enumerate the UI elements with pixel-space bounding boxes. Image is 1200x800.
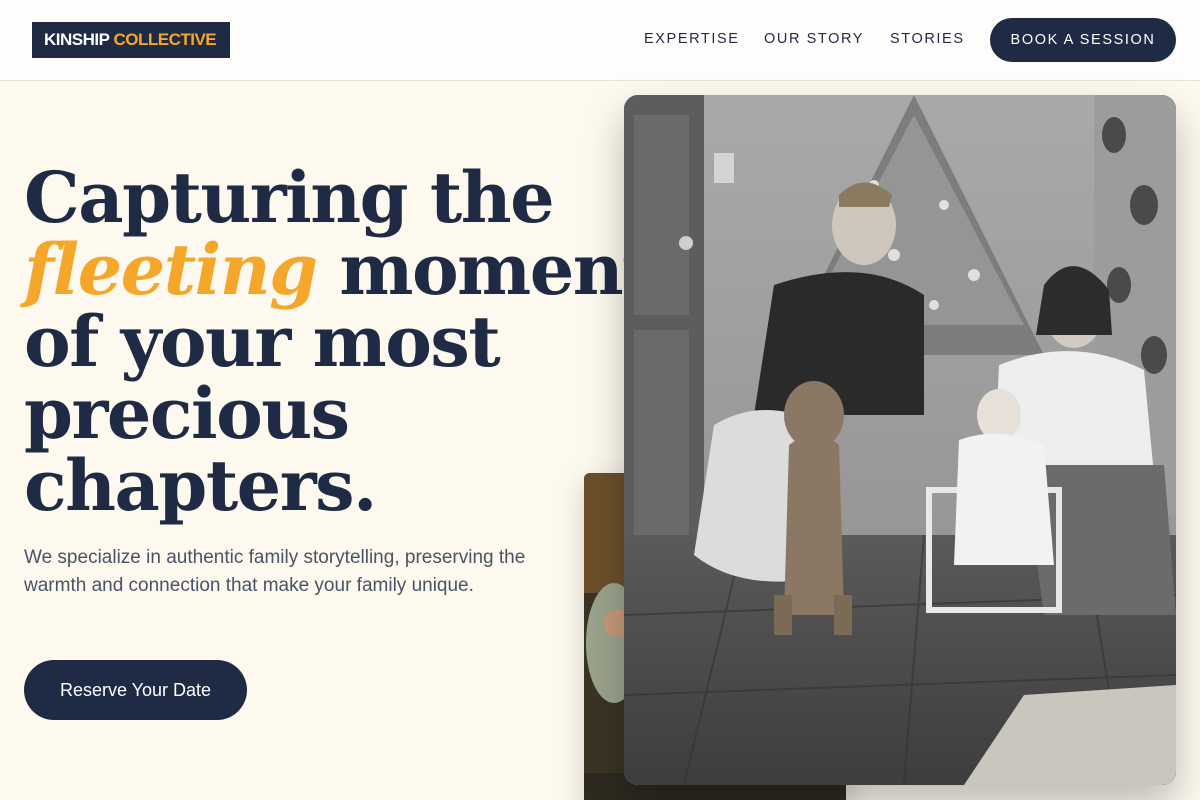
reserve-date-button[interactable]: Reserve Your Date	[24, 660, 247, 720]
brand-logo[interactable]: KINSHIP COLLECTIVE	[32, 22, 230, 58]
hero-subtext: We specialize in authentic family storyt…	[24, 547, 526, 596]
book-session-button[interactable]: BOOK A SESSION	[990, 18, 1176, 62]
headline-line-4: precious	[24, 372, 350, 455]
hero-headline: Capturing the fleeting moments of your m…	[24, 156, 692, 522]
headline-line-3: of your most	[24, 300, 501, 383]
hero-family-photo	[624, 95, 1176, 785]
nav-link-our-story[interactable]: OUR STORY	[764, 31, 864, 47]
nav-link-expertise[interactable]: EXPERTISE	[644, 31, 740, 47]
headline-line-2: fleeting moments	[24, 234, 692, 306]
headline-line-1: Capturing the	[24, 156, 555, 239]
site-header: KINSHIP COLLECTIVE EXPERTISE OUR STORY S…	[0, 0, 1200, 81]
headline-accent-word: fleeting	[24, 228, 318, 311]
nav-link-stories[interactable]: STORIES	[890, 31, 965, 47]
brand-name-part2: COLLECTIVE	[113, 30, 217, 49]
brand-name-part1: KINSHIP	[44, 30, 110, 49]
